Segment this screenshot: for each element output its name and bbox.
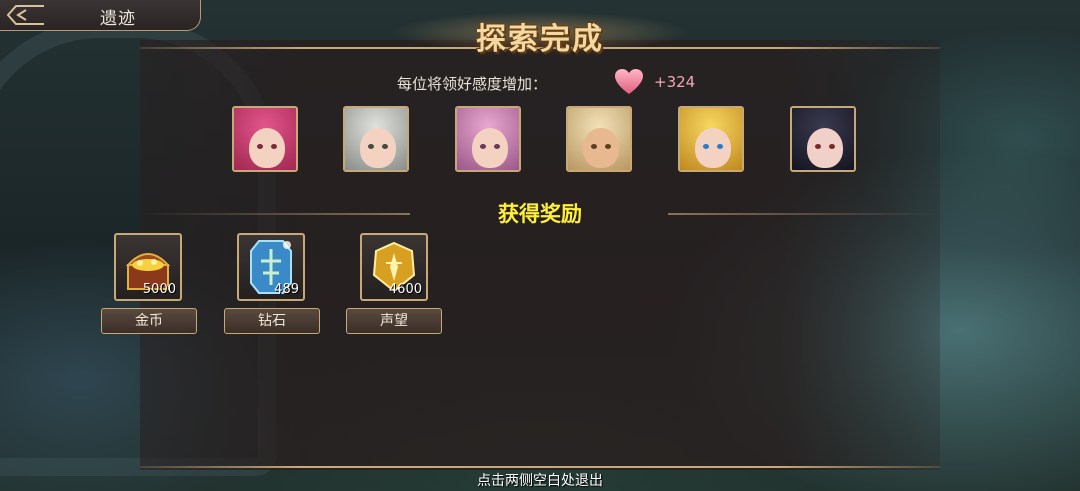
divider-right	[668, 213, 940, 215]
hero-portrait-6[interactable]	[790, 106, 856, 172]
exploration-complete-title: 探索完成	[476, 22, 604, 57]
reward-prestige-label: 声望	[346, 308, 442, 334]
reward-gold-label: 金币	[101, 308, 197, 334]
hero-portrait-3[interactable]	[455, 106, 521, 172]
hero-portrait-1[interactable]	[232, 106, 298, 172]
hero-portrait-2[interactable]	[343, 106, 409, 172]
exit-hint: 点击两侧空白处退出	[477, 473, 603, 489]
reward-diamond-count: 489	[274, 282, 299, 297]
hero-portrait-5[interactable]	[678, 106, 744, 172]
page-title: 遗迹	[100, 9, 136, 29]
divider-left	[140, 213, 410, 215]
rewards-title: 获得奖励	[498, 202, 582, 226]
reward-prestige-count: 4600	[388, 282, 422, 297]
panel-bottom-border	[140, 466, 940, 468]
reward-diamond-label: 钻石	[224, 308, 320, 334]
reward-diamond[interactable]: 489	[237, 233, 305, 301]
heart-icon	[615, 69, 643, 94]
back-arrow-icon	[6, 5, 44, 25]
affinity-value: +324	[654, 73, 696, 91]
affinity-label: 每位将领好感度增加：	[397, 75, 548, 93]
hero-portrait-4[interactable]	[566, 106, 632, 172]
reward-gold-count: 5000	[142, 282, 176, 297]
reward-gold[interactable]: 5000	[114, 233, 182, 301]
back-button[interactable]: 遗迹	[0, 0, 201, 31]
reward-prestige[interactable]: 4600	[360, 233, 428, 301]
